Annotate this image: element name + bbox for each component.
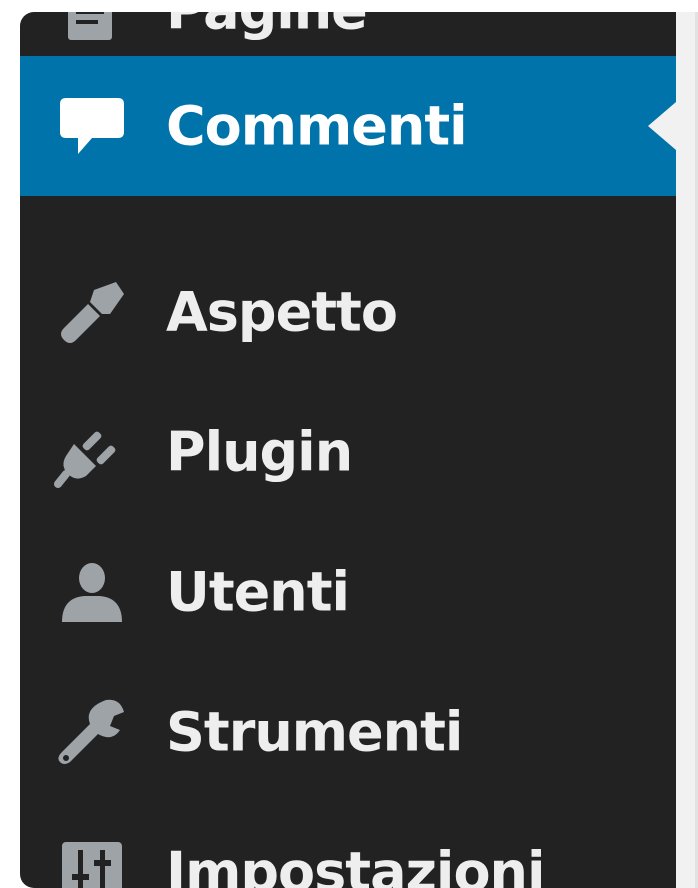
settings-sliders-icon [54,834,130,888]
admin-menu: Pagine Commenti Aspetto [20,12,676,888]
wrench-icon [54,694,130,770]
current-item-pointer [648,102,676,150]
comment-icon [54,88,130,164]
paintbrush-icon [54,274,130,350]
sidebar-item-users[interactable]: Utenti [20,542,676,642]
sidebar-item-pages[interactable]: Pagine [20,12,676,60]
sidebar-item-label: Aspetto [166,280,398,344]
sidebar-item-comments[interactable]: Commenti [20,56,676,196]
sidebar-item-label: Commenti [166,94,468,158]
sidebar-item-label: Utenti [166,560,350,624]
sidebar-item-tools[interactable]: Strumenti [20,682,676,782]
plug-icon [54,414,130,490]
sidebar-item-label: Strumenti [166,700,463,764]
sidebar-item-appearance[interactable]: Aspetto [20,262,676,362]
page-icon [54,12,130,48]
sidebar-item-label: Pagine [166,12,368,42]
sidebar-item-label: Impostazioni [166,840,545,888]
sidebar-item-settings[interactable]: Impostazioni [20,822,676,888]
sidebar-item-label: Plugin [166,420,353,484]
sidebar-item-plugins[interactable]: Plugin [20,402,676,502]
admin-sidebar-crop: Pagine Commenti Aspetto [20,12,698,888]
user-icon [54,554,130,630]
